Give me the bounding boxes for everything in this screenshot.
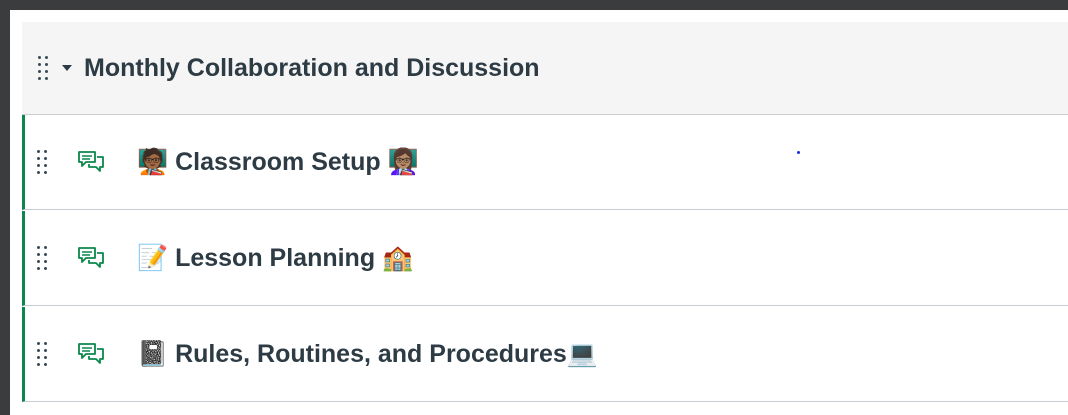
module-container: Monthly Collaboration and Discussion 🧑🏾‍… <box>10 10 1068 415</box>
module-item-row[interactable]: 📝 Lesson Planning 🏫 <box>22 211 1068 306</box>
discussion-icon <box>78 343 104 364</box>
drag-handle-icon[interactable] <box>37 246 47 270</box>
item-title-link[interactable]: 📝 Lesson Planning 🏫 <box>137 244 413 273</box>
discussion-icon <box>78 151 104 172</box>
stray-dot <box>797 151 800 154</box>
module-title[interactable]: Monthly Collaboration and Discussion <box>84 54 540 83</box>
module-item-row[interactable]: 🧑🏾‍🏫 Classroom Setup 👩🏽‍🏫 <box>22 115 1068 210</box>
item-title-link[interactable]: 📓 Rules, Routines, and Procedures💻 <box>137 340 598 369</box>
collapse-caret-icon[interactable] <box>62 65 72 71</box>
discussion-icon <box>78 247 104 268</box>
item-title-link[interactable]: 🧑🏾‍🏫 Classroom Setup 👩🏽‍🏫 <box>137 148 419 177</box>
drag-handle-icon[interactable] <box>38 56 48 80</box>
module-header[interactable]: Monthly Collaboration and Discussion <box>22 22 1068 115</box>
drag-handle-icon[interactable] <box>37 342 47 366</box>
module-item-row[interactable]: 📓 Rules, Routines, and Procedures💻 <box>22 307 1068 402</box>
drag-handle-icon[interactable] <box>37 150 47 174</box>
